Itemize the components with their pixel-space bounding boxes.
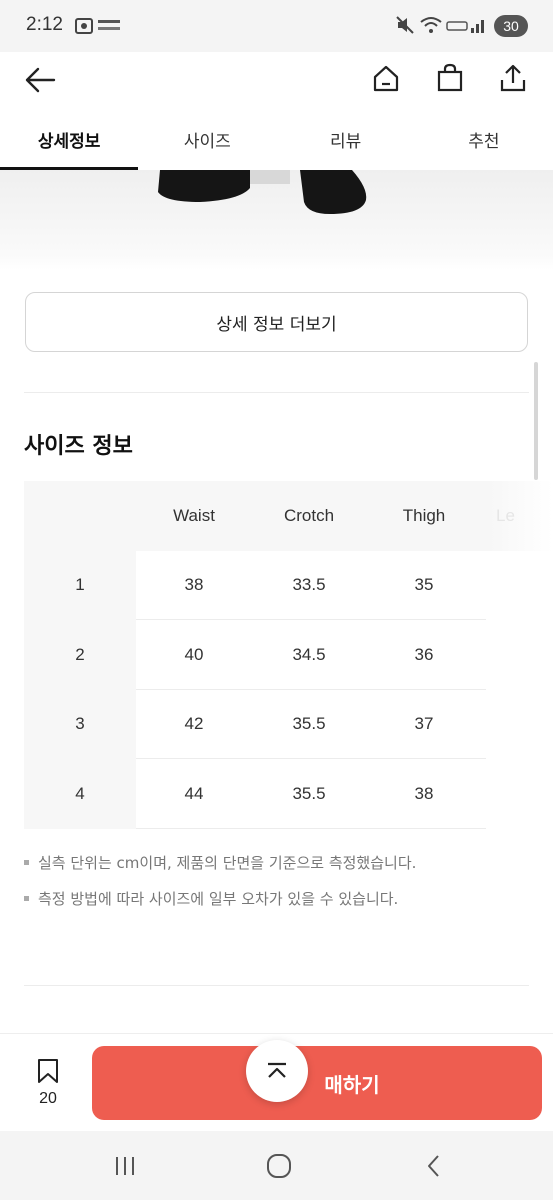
system-nav-bar — [0, 1131, 553, 1200]
size-note: 실측 단위는 cm이며, 제품의 단면을 기준으로 측정했습니다. — [24, 852, 416, 873]
shopping-bag-icon — [437, 63, 463, 92]
product-image — [0, 170, 553, 270]
divider — [24, 985, 529, 986]
table-header-cell — [24, 481, 136, 551]
cart-button[interactable] — [430, 58, 470, 98]
tab-recommend[interactable]: 추천 — [415, 108, 553, 170]
table-row: 3 42 35.5 37 — [24, 689, 553, 759]
table-cell: 4 — [24, 759, 136, 829]
table-cell: 36 — [414, 644, 434, 664]
chevron-up-icon — [268, 1062, 286, 1078]
table-cell: 38 — [184, 575, 204, 595]
buy-button-label: 매하기 — [324, 1072, 380, 1097]
arrow-left-icon — [25, 67, 56, 93]
divider — [24, 392, 529, 393]
back-nav-button[interactable] — [414, 1151, 454, 1181]
battery-indicator: 30 — [494, 15, 528, 37]
scrollbar[interactable] — [534, 362, 538, 480]
table-header-cell: Thigh — [402, 505, 446, 525]
tab-detail[interactable]: 상세정보 — [0, 108, 139, 170]
recent-apps-icon — [116, 1157, 134, 1175]
scroll-to-top-button[interactable] — [246, 1040, 308, 1102]
table-cell: 34.5 — [292, 644, 326, 664]
table-cell: 38 — [414, 783, 434, 803]
table-cell: 37 — [414, 714, 434, 734]
size-note-text: 측정 방법에 따라 사이즈에 일부 오차가 있을 수 있습니다. — [38, 890, 399, 908]
buy-button[interactable]: 매하기 — [92, 1046, 542, 1120]
share-icon — [500, 64, 526, 92]
tab-size[interactable]: 사이즈 — [138, 108, 276, 170]
table-cell: 42 — [184, 714, 204, 734]
table-cell: 44 — [184, 783, 204, 803]
signal-icon — [470, 16, 488, 38]
table-header-cell: Le — [496, 505, 515, 525]
tab-review[interactable]: 리뷰 — [277, 108, 415, 170]
table-row: 1 38 33.5 35 — [24, 550, 553, 620]
table-header-row: Waist Crotch Thigh Le — [24, 481, 553, 551]
table-cell: 3 — [24, 689, 136, 759]
table-cell: 2 — [24, 620, 136, 690]
recent-apps-button[interactable] — [105, 1151, 145, 1181]
chevron-left-icon — [428, 1155, 439, 1177]
table-row: 4 44 35.5 38 — [24, 759, 553, 829]
table-cell: 35.5 — [292, 783, 326, 803]
volte-icon — [446, 19, 468, 36]
size-note-text: 실측 단위는 cm이며, 제품의 단면을 기준으로 측정했습니다. — [38, 854, 417, 872]
bullet-icon — [24, 860, 29, 865]
app-logo-icon — [98, 18, 120, 38]
table-cell: 33.5 — [292, 575, 326, 595]
status-time: 2:12 — [26, 14, 63, 35]
home-button[interactable] — [366, 58, 406, 98]
more-details-button[interactable]: 상세 정보 더보기 — [25, 292, 528, 352]
section-tabs: 상세정보 사이즈 리뷰 추천 — [0, 108, 553, 170]
home-nav-button[interactable] — [259, 1151, 299, 1181]
home-circle-icon — [267, 1154, 291, 1178]
bullet-icon — [24, 896, 29, 901]
wifi-icon — [420, 16, 442, 38]
size-note: 측정 방법에 따라 사이즈에 일부 오차가 있을 수 있습니다. — [24, 888, 398, 909]
back-button[interactable] — [20, 60, 60, 100]
screenshot-icon — [74, 16, 94, 40]
table-cell: 1 — [24, 550, 136, 620]
size-table: Waist Crotch Thigh Le 1 38 33.5 35 2 40 … — [24, 481, 553, 829]
table-cell: 35.5 — [292, 714, 326, 734]
like-count: 20 — [39, 1090, 57, 1107]
status-bar: 2:12 30 — [0, 0, 553, 52]
like-button[interactable]: 20 — [28, 1058, 68, 1108]
table-cell: 35 — [414, 575, 434, 595]
table-cell: 40 — [184, 644, 204, 664]
share-button[interactable] — [493, 58, 533, 98]
top-app-bar — [0, 52, 553, 108]
home-icon — [373, 65, 399, 92]
mute-icon — [396, 16, 414, 38]
table-header-cell: Waist — [173, 505, 215, 525]
size-info-title: 사이즈 정보 — [24, 434, 133, 459]
bookmark-icon — [38, 1059, 58, 1083]
table-header-cell: Crotch — [283, 505, 335, 525]
table-row: 2 40 34.5 36 — [24, 620, 553, 690]
